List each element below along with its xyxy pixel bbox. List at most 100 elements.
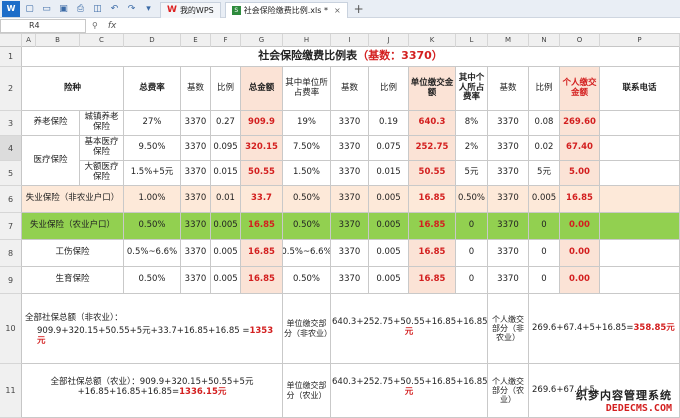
cell-phone[interactable] xyxy=(600,213,680,240)
cell-ratio[interactable]: 0.005 xyxy=(211,213,241,240)
row-header[interactable]: 9 xyxy=(0,267,22,294)
row-header[interactable]: 8 xyxy=(0,240,22,267)
cell-unit-amount[interactable]: 16.85 xyxy=(409,213,456,240)
cell-unit-amount[interactable]: 50.55 xyxy=(409,161,456,186)
header-personal-rate[interactable]: 其中个人所占费率 xyxy=(456,67,488,111)
cell-group[interactable]: 失业保险（农业户口） xyxy=(22,213,124,240)
tab-current-file[interactable]: S 社会保险缴费比例.xls * × xyxy=(224,1,348,18)
column-header[interactable]: D xyxy=(124,34,181,47)
cell-phone[interactable] xyxy=(600,111,680,136)
row-header[interactable]: 4 xyxy=(0,136,22,161)
cell-unit-rate[interactable]: 0.50% xyxy=(283,267,331,294)
row-header[interactable]: 3 xyxy=(0,111,22,136)
row-header[interactable]: 6 xyxy=(0,186,22,213)
cell-total-rate[interactable]: 9.50% xyxy=(124,136,181,161)
cell-base[interactable]: 3370 xyxy=(181,267,211,294)
cell-ratio[interactable]: 0.01 xyxy=(211,186,241,213)
cell-base3[interactable]: 3370 xyxy=(488,161,529,186)
cell-base[interactable]: 3370 xyxy=(181,240,211,267)
cell-base2[interactable]: 3370 xyxy=(331,136,369,161)
cell-ratio2[interactable]: 0.075 xyxy=(369,136,409,161)
tab-my-wps[interactable]: W 我的WPS xyxy=(160,1,221,18)
cell-unit-amount[interactable]: 16.85 xyxy=(409,240,456,267)
summary-unit-formula-nonagri[interactable]: 640.3+252.75+50.55+16.85+16.85+16.85=994… xyxy=(331,294,488,364)
select-all-corner[interactable] xyxy=(0,34,22,47)
header-type[interactable]: 险种 xyxy=(22,67,124,111)
cell-ratio3[interactable]: 0 xyxy=(529,213,560,240)
summary-unit-formula-agri[interactable]: 640.3+252.75+50.55+16.85+16.85+16.85=994… xyxy=(331,364,488,418)
cell-phone[interactable] xyxy=(600,136,680,161)
cell-total[interactable]: 16.85 xyxy=(241,267,283,294)
column-header[interactable]: F xyxy=(211,34,241,47)
cell-personal-rate[interactable]: 5元 xyxy=(456,161,488,186)
cell-total[interactable]: 320.15 xyxy=(241,136,283,161)
cell-ratio[interactable]: 0.27 xyxy=(211,111,241,136)
column-header[interactable]: C xyxy=(80,34,124,47)
cell-personal-rate[interactable]: 0 xyxy=(456,267,488,294)
wps-menu-button[interactable]: W xyxy=(2,0,20,17)
summary-total-agri[interactable]: 全部社保总额（农业）：909.9+320.15+50.55+5元+16.85+1… xyxy=(22,364,283,418)
header-unit-amount[interactable]: 单位缴交金额 xyxy=(409,67,456,111)
cell-ratio3[interactable]: 0.08 xyxy=(529,111,560,136)
column-header[interactable]: P xyxy=(600,34,680,47)
header-ratio[interactable]: 比例 xyxy=(211,67,241,111)
summary-total-nonagri[interactable]: 全部社保总额（非农业）： 909.9+320.15+50.55+5元+33.7+… xyxy=(22,294,283,364)
cell-ratio[interactable]: 0.095 xyxy=(211,136,241,161)
cell-base[interactable]: 3370 xyxy=(181,213,211,240)
header-ratio3[interactable]: 比例 xyxy=(529,67,560,111)
cell-ratio3[interactable]: 0.02 xyxy=(529,136,560,161)
cell-ratio[interactable]: 0.015 xyxy=(211,161,241,186)
header-base[interactable]: 基数 xyxy=(181,67,211,111)
cell-personal-amount[interactable]: 5.00 xyxy=(560,161,600,186)
zoom-icon[interactable]: ⚲ xyxy=(92,21,98,30)
cell-personal-rate[interactable]: 0 xyxy=(456,240,488,267)
save-icon[interactable]: ▣ xyxy=(56,2,71,16)
column-header[interactable]: G xyxy=(241,34,283,47)
more-chevron-icon[interactable]: ▾ xyxy=(141,2,156,16)
cell-phone[interactable] xyxy=(600,240,680,267)
cell-ratio2[interactable]: 0.005 xyxy=(369,213,409,240)
cell-total[interactable]: 16.85 xyxy=(241,213,283,240)
cell-base3[interactable]: 3370 xyxy=(488,136,529,161)
cell-unit-rate[interactable]: 0.50% xyxy=(283,186,331,213)
close-tab-icon[interactable]: × xyxy=(334,6,341,15)
cell-ratio[interactable]: 0.005 xyxy=(211,240,241,267)
print-preview-icon[interactable]: ◫ xyxy=(90,2,105,16)
header-unit-rate[interactable]: 其中单位所占费率 xyxy=(283,67,331,111)
cell-group[interactable]: 生育保险 xyxy=(22,267,124,294)
cell-ratio2[interactable]: 0.015 xyxy=(369,161,409,186)
summary-personal-label-nonagri[interactable]: 个人缴交部分（非农业） xyxy=(488,294,529,364)
sheet-title[interactable]: 社会保险缴费比例表 （基数：3370） xyxy=(22,47,680,67)
cell-personal-amount[interactable]: 0.00 xyxy=(560,267,600,294)
cell-total[interactable]: 50.55 xyxy=(241,161,283,186)
cell-base2[interactable]: 3370 xyxy=(331,267,369,294)
summary-personal-label-agri[interactable]: 个人缴交部分（农业） xyxy=(488,364,529,418)
summary-unit-label-nonagri[interactable]: 单位缴交部分（非农业） xyxy=(283,294,331,364)
row-header[interactable]: 7 xyxy=(0,213,22,240)
cell-phone[interactable] xyxy=(600,267,680,294)
fx-icon[interactable]: fx xyxy=(108,21,117,31)
undo-icon[interactable]: ↶ xyxy=(107,2,122,16)
cell-personal-amount[interactable]: 0.00 xyxy=(560,240,600,267)
cell-unit-amount[interactable]: 252.75 xyxy=(409,136,456,161)
cell-base[interactable]: 3370 xyxy=(181,111,211,136)
cell-base[interactable]: 3370 xyxy=(181,186,211,213)
cell-unit-rate[interactable]: 7.50% xyxy=(283,136,331,161)
cell-group[interactable]: 失业保险（非农业户口） xyxy=(22,186,124,213)
column-header[interactable]: B xyxy=(36,34,80,47)
header-total-amount[interactable]: 总金额 xyxy=(241,67,283,111)
cell-group[interactable]: 工伤保险 xyxy=(22,240,124,267)
column-header[interactable]: E xyxy=(181,34,211,47)
cell-base3[interactable]: 3370 xyxy=(488,240,529,267)
header-phone[interactable]: 联系电话 xyxy=(600,67,680,111)
column-header[interactable]: H xyxy=(283,34,331,47)
cell-ratio3[interactable]: 0 xyxy=(529,240,560,267)
header-base2[interactable]: 基数 xyxy=(331,67,369,111)
cell-personal-rate[interactable]: 2% xyxy=(456,136,488,161)
cell-personal-rate[interactable]: 8% xyxy=(456,111,488,136)
column-header[interactable]: K xyxy=(409,34,456,47)
cell-base3[interactable]: 3370 xyxy=(488,111,529,136)
cell-base2[interactable]: 3370 xyxy=(331,111,369,136)
column-header[interactable]: A xyxy=(22,34,36,47)
cell-base2[interactable]: 3370 xyxy=(331,186,369,213)
